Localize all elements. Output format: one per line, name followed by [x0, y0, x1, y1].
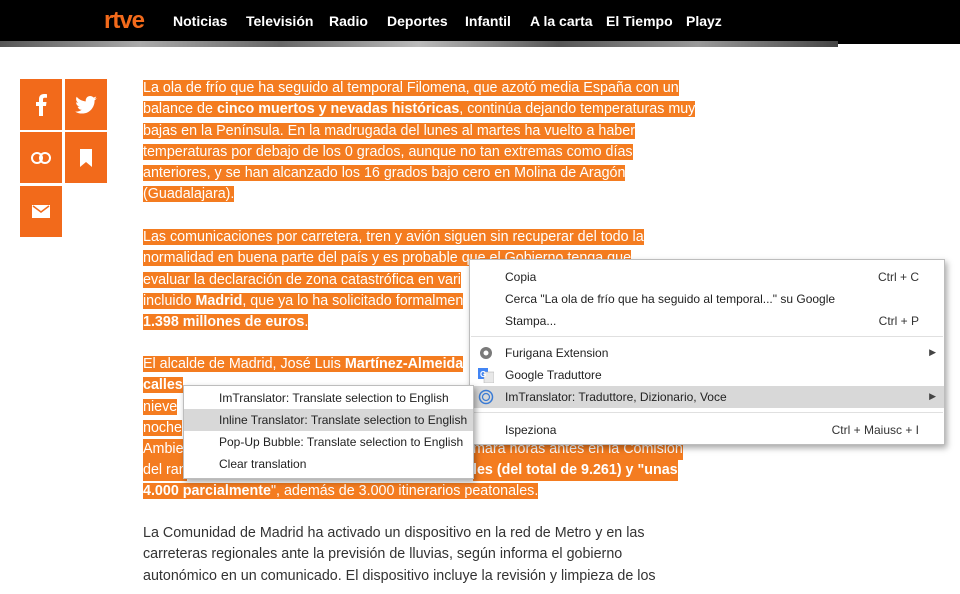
header-image-strip: [0, 41, 838, 47]
link-icon: [31, 151, 51, 164]
nav-item-a-la-carta[interactable]: A la carta: [530, 13, 593, 29]
submenu-item-label: ImTranslator: Translate selection to Eng…: [219, 391, 449, 405]
text-line: La Comunidad de Madrid ha activado un di…: [143, 525, 645, 541]
menu-item-print[interactable]: Stampa... Ctrl + P: [470, 310, 944, 332]
imtranslator-submenu: ImTranslator: Translate selection to Eng…: [183, 385, 474, 479]
submenu-item-imtranslator-translate[interactable]: ImTranslator: Translate selection to Eng…: [184, 387, 473, 409]
menu-item-label: ImTranslator: Traduttore, Dizionario, Vo…: [505, 390, 727, 404]
article-paragraph-4: La Comunidad de Madrid ha activado un di…: [143, 523, 743, 587]
svg-text:G: G: [480, 370, 486, 379]
top-navigation-bar: rtve Noticias Televisión Radio Deportes …: [0, 0, 960, 44]
facebook-icon: [36, 93, 47, 116]
menu-item-label: Ispeziona: [505, 423, 557, 437]
rtve-logo[interactable]: rtve: [104, 7, 145, 35]
menu-item-shortcut: Ctrl + P: [878, 314, 919, 328]
selected-text-line: evaluar la declaración de zona catastróf…: [143, 271, 461, 288]
menu-item-label: Stampa...: [505, 314, 557, 328]
google-translate-icon: G: [478, 368, 494, 383]
submenu-arrow-icon: ▶: [929, 347, 936, 357]
nav-item-infantil[interactable]: Infantil: [465, 13, 511, 29]
nav-item-playz[interactable]: Playz: [686, 13, 722, 29]
submenu-item-label: Inline Translator: Translate selection t…: [219, 413, 468, 427]
share-email-button[interactable]: [20, 186, 62, 237]
submenu-item-label: Clear translation: [219, 457, 307, 471]
submenu-item-label: Pop-Up Bubble: Translate selection to En…: [219, 435, 464, 449]
selected-text-line: calles: [143, 377, 183, 394]
share-link-button[interactable]: [20, 132, 62, 183]
menu-item-google-translate[interactable]: G Google Traduttore: [470, 364, 944, 386]
imtranslator-icon: [478, 389, 494, 405]
nav-item-television[interactable]: Televisión: [246, 13, 313, 29]
article-paragraph-1: La ola de frío que ha seguido al tempora…: [143, 78, 703, 206]
menu-item-label: Cerca "La ola de frío que ha seguido al …: [505, 292, 836, 306]
twitter-icon: [75, 95, 97, 114]
selected-text-line: del ran: [143, 460, 187, 482]
menu-item-furigana[interactable]: Furigana Extension ▶: [470, 342, 944, 364]
menu-item-label: Google Traduttore: [505, 368, 602, 382]
selected-text-line: incluido Madrid, que ya lo ha solicitado…: [143, 292, 464, 309]
selected-text-line: les (del total de 9.261) y "unas: [473, 460, 678, 482]
submenu-item-popup-bubble[interactable]: Pop-Up Bubble: Translate selection to En…: [184, 431, 473, 453]
submenu-item-clear-translation[interactable]: Clear translation: [184, 453, 473, 475]
share-facebook-button[interactable]: [20, 79, 62, 130]
selected-text-line: nieve: [143, 398, 178, 415]
menu-item-shortcut: Ctrl + Maiusc + I: [831, 423, 919, 437]
menu-item-label: Copia: [505, 270, 537, 284]
selected-text-line: Ambie: [143, 439, 184, 461]
nav-item-noticias[interactable]: Noticias: [173, 13, 227, 29]
selected-text-line: 1.398 millones de euros.: [143, 314, 309, 331]
selected-text-line: Las comunicaciones por carretera, tren y…: [143, 229, 644, 245]
text-line: carreteras regionales ante la previsión …: [143, 546, 623, 563]
menu-separator: [471, 336, 943, 337]
share-bookmark-button[interactable]: [65, 132, 107, 183]
menu-item-search-google[interactable]: Cerca "La ola de frío que ha seguido al …: [470, 288, 944, 310]
selected-text: La ola de frío que ha seguido al tempora…: [143, 80, 696, 203]
menu-item-shortcut: Ctrl + C: [877, 270, 919, 284]
nav-item-deportes[interactable]: Deportes: [387, 13, 448, 29]
nav-item-radio[interactable]: Radio: [329, 13, 368, 29]
menu-item-inspect[interactable]: Ispeziona Ctrl + Maiusc + I: [470, 419, 944, 441]
submenu-item-inline-translator[interactable]: Inline Translator: Translate selection t…: [184, 409, 473, 431]
menu-separator: [471, 412, 943, 413]
furigana-icon: [480, 347, 492, 359]
selected-text-line: noche: [143, 419, 182, 436]
submenu-arrow-icon: ▶: [929, 391, 936, 401]
bookmark-icon: [80, 148, 92, 167]
menu-item-imtranslator[interactable]: ImTranslator: Traduttore, Dizionario, Vo…: [470, 386, 944, 408]
selected-text-line: El alcalde de Madrid, José Luis Martínez…: [143, 356, 464, 372]
context-menu: Copia Ctrl + C Cerca "La ola de frío que…: [469, 259, 945, 445]
menu-item-copy[interactable]: Copia Ctrl + C: [470, 266, 944, 288]
menu-item-label: Furigana Extension: [505, 346, 609, 360]
share-twitter-button[interactable]: [65, 79, 107, 130]
selected-text-line: 4.000 parcialmente", además de 3.000 iti…: [143, 483, 539, 500]
text-line: autonómico en un comunicado. El disposit…: [143, 567, 656, 584]
nav-item-el-tiempo[interactable]: El Tiempo: [606, 13, 673, 29]
email-icon: [32, 205, 50, 218]
